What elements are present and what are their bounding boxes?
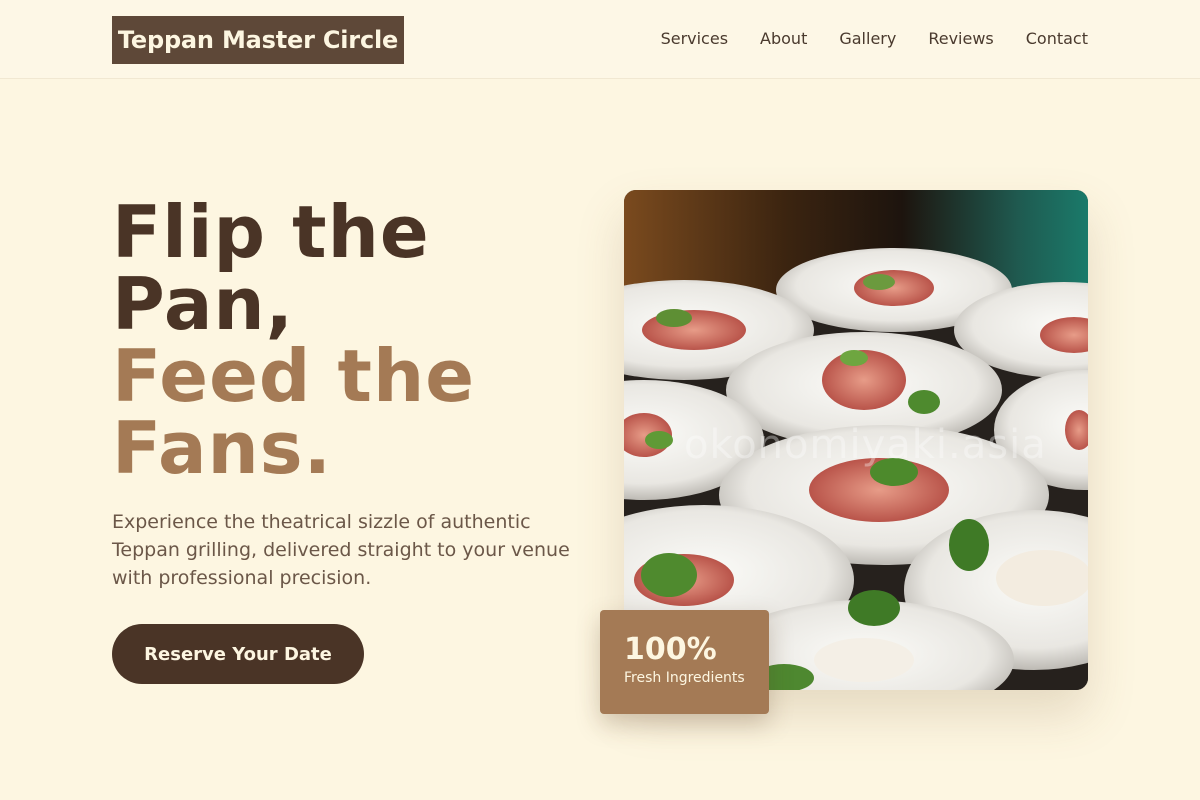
reserve-date-button[interactable]: Reserve Your Date — [112, 624, 364, 684]
fresh-ingredients-stat-card: 100% Fresh Ingredients — [600, 610, 769, 714]
stat-value: 100% — [624, 632, 717, 667]
hero-title: Flip the Pan, Feed the Fans. — [112, 196, 572, 484]
nav-link-reviews[interactable]: Reviews — [928, 28, 993, 50]
hero-description: Experience the theatrical sizzle of auth… — [112, 511, 570, 589]
main-nav: Services About Gallery Reviews Contact — [661, 28, 1088, 50]
hero-title-accent-line: Feed the — [112, 334, 476, 418]
nav-link-gallery[interactable]: Gallery — [839, 28, 896, 50]
image-watermark: okonomiyaki.asia — [684, 422, 1047, 468]
nav-link-contact[interactable]: Contact — [1026, 28, 1088, 50]
stat-label: Fresh Ingredients — [624, 670, 745, 686]
site-logo[interactable]: Teppan Master Circle — [112, 16, 404, 64]
nav-link-services[interactable]: Services — [661, 28, 728, 50]
nav-link-about[interactable]: About — [760, 28, 807, 50]
hero-title-line: Flip the — [112, 190, 430, 274]
hero-title-accent-line: Fans. — [112, 406, 333, 490]
hero-title-line: Pan, — [112, 262, 295, 346]
site-header: Teppan Master Circle Services About Gall… — [0, 0, 1200, 79]
